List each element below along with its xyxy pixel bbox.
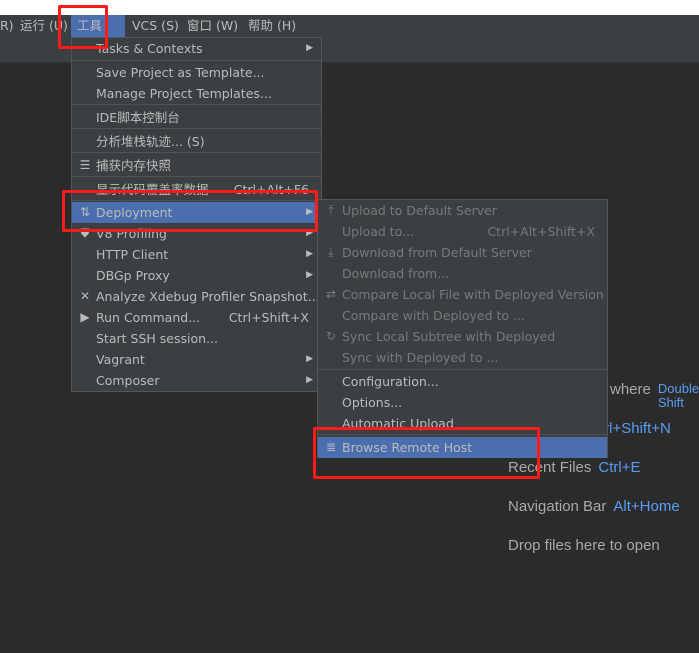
welcome-shortcut: Ctrl+E <box>598 459 641 476</box>
menu-separator <box>72 176 321 177</box>
menu-item-manage-project-templates[interactable]: Manage Project Templates... <box>72 83 321 104</box>
menu-item-label: Download from Default Server <box>342 245 532 260</box>
menu-item-tasks-contexts[interactable]: Tasks & Contexts ▶ <box>72 38 321 59</box>
welcome-goto-file: trl+Shift+N <box>600 420 671 437</box>
highlight-box-deployment <box>62 190 318 232</box>
menu-item-label: Save Project as Template... <box>96 65 265 80</box>
menu-separator <box>318 369 607 370</box>
welcome-navigation-bar: Navigation Bar Alt+Home <box>508 498 680 515</box>
welcome-label: Navigation Bar <box>508 498 607 515</box>
menu-separator <box>72 60 321 61</box>
menu-item-label: DBGp Proxy <box>96 268 170 283</box>
deployment-submenu: ⤒ Upload to Default Server Upload to... Ctr… <box>317 199 608 458</box>
menu-item-label: Upload to Default Server <box>342 203 497 218</box>
menu-item-analyze-xdebug-profiler-snapshot[interactable]: ✕ Analyze Xdebug Profiler Snapshot... <box>72 286 321 307</box>
menu-item-label: HTTP Client <box>96 247 169 262</box>
menu-item-start-ssh-session[interactable]: Start SSH session... <box>72 328 321 349</box>
menu-item[interactable]: ☰ 捕获内存快照 <box>72 155 321 176</box>
welcome-shortcut: Alt+Home <box>613 498 680 515</box>
menu-item-label: Compare Local File with Deployed Version <box>342 287 604 302</box>
menu-item-sync-with-deployed-to[interactable]: Sync with Deployed to ... <box>318 347 607 368</box>
welcome-label: where <box>610 381 651 398</box>
menu-item-configuration[interactable]: Configuration... <box>318 371 607 392</box>
welcome-shortcut: Double Shift <box>657 381 699 410</box>
menu-item-label: Compare with Deployed to ... <box>342 308 525 323</box>
menu-item-ide[interactable]: IDE脚本控制台 <box>72 107 321 128</box>
menu-item-vagrant[interactable]: Vagrant ▶ <box>72 349 321 370</box>
menu-item-label: Composer <box>96 373 160 388</box>
download-icon: ⤓ <box>328 245 334 259</box>
menu-item-label: Manage Project Templates... <box>96 86 272 101</box>
menu-item-label: Vagrant <box>96 352 145 367</box>
menu-item-composer[interactable]: Composer ▶ <box>72 370 321 391</box>
menu-item-save-project-as-template[interactable]: Save Project as Template... <box>72 62 321 83</box>
welcome-search-everywhere: where Double Shift <box>610 381 699 410</box>
welcome-label: Drop files here to open <box>508 537 660 554</box>
menu-item-label: 分析堆栈轨迹... (S) <box>96 134 205 149</box>
menu-item-label: 捕获内存快照 <box>96 158 172 173</box>
menu-separator <box>72 152 321 153</box>
menu-item-label: Sync with Deployed to ... <box>342 350 499 365</box>
menu-vcs[interactable]: VCS (S) <box>126 15 185 37</box>
menu-item-upload-to-default-server[interactable]: ⤒ Upload to Default Server <box>318 200 607 221</box>
menu-item-compare-with-deployed-to[interactable]: Compare with Deployed to ... <box>318 305 607 326</box>
menu-item-run-command[interactable]: ▶ Run Command... Ctrl+Shift+X <box>72 307 321 328</box>
submenu-arrow-icon: ▶ <box>306 354 313 364</box>
menu-item-http-client[interactable]: HTTP Client ▶ <box>72 244 321 265</box>
menu-item-label: Start SSH session... <box>96 331 218 346</box>
menu-item-label: IDE脚本控制台 <box>96 110 180 125</box>
menu-item-upload-to[interactable]: Upload to... Ctrl+Alt+Shift+X <box>318 221 607 242</box>
sync-icon: ↻ <box>325 329 337 343</box>
menu-item-label: Configuration... <box>342 374 439 389</box>
compare-icon: ⇄ <box>325 287 337 301</box>
menu-item-dbgp-proxy[interactable]: DBGp Proxy ▶ <box>72 265 321 286</box>
menu-item-options[interactable]: Options... <box>318 392 607 413</box>
submenu-arrow-icon: ▶ <box>306 43 313 53</box>
menu-item-label: Tasks & Contexts <box>96 41 203 56</box>
shortcut-label: Ctrl+Shift+X <box>228 310 309 325</box>
menu-item-download-from-default-server[interactable]: ⤓ Download from Default Server <box>318 242 607 263</box>
submenu-arrow-icon: ▶ <box>306 270 313 280</box>
menu-item-download-from[interactable]: Download from... <box>318 263 607 284</box>
menu-item-sync-local-subtree-with-deployed[interactable]: ↻ Sync Local Subtree with Deployed <box>318 326 607 347</box>
menu-item-label: Run Command... <box>96 310 201 325</box>
menu-help[interactable]: 帮助 (H) <box>242 15 302 37</box>
welcome-shortcut: trl+Shift+N <box>600 420 671 437</box>
submenu-arrow-icon: ▶ <box>306 249 313 259</box>
highlight-box-browse-remote <box>313 427 540 479</box>
submenu-arrow-icon: ▶ <box>306 375 313 385</box>
menu-separator <box>72 104 321 105</box>
terminal-icon: ▶ <box>80 310 90 324</box>
menu-window[interactable]: 窗口 (W) <box>181 15 244 37</box>
menu-item-label: Sync Local Subtree with Deployed <box>342 329 556 344</box>
menu-item-label: Analyze Xdebug Profiler Snapshot... <box>96 289 320 304</box>
xdebug-icon: ✕ <box>79 289 91 303</box>
welcome-drop-files: Drop files here to open <box>508 537 660 554</box>
menu-item-label: Upload to... <box>342 224 415 239</box>
menu-item-label: Options... <box>342 395 403 410</box>
menu-item-label: Download from... <box>342 266 450 281</box>
menu-item-compare-local-file-with-deployed-version[interactable]: ⇄ Compare Local File with Deployed Versio… <box>318 284 607 305</box>
upload-icon: ⤒ <box>328 203 334 217</box>
memory-snapshot-icon: ☰ <box>79 158 91 172</box>
highlight-box-tools <box>58 5 108 49</box>
menu-item-s[interactable]: 分析堆栈轨迹... (S) <box>72 131 321 152</box>
shortcut-label: Ctrl+Alt+Shift+X <box>487 224 595 239</box>
menu-separator <box>72 128 321 129</box>
